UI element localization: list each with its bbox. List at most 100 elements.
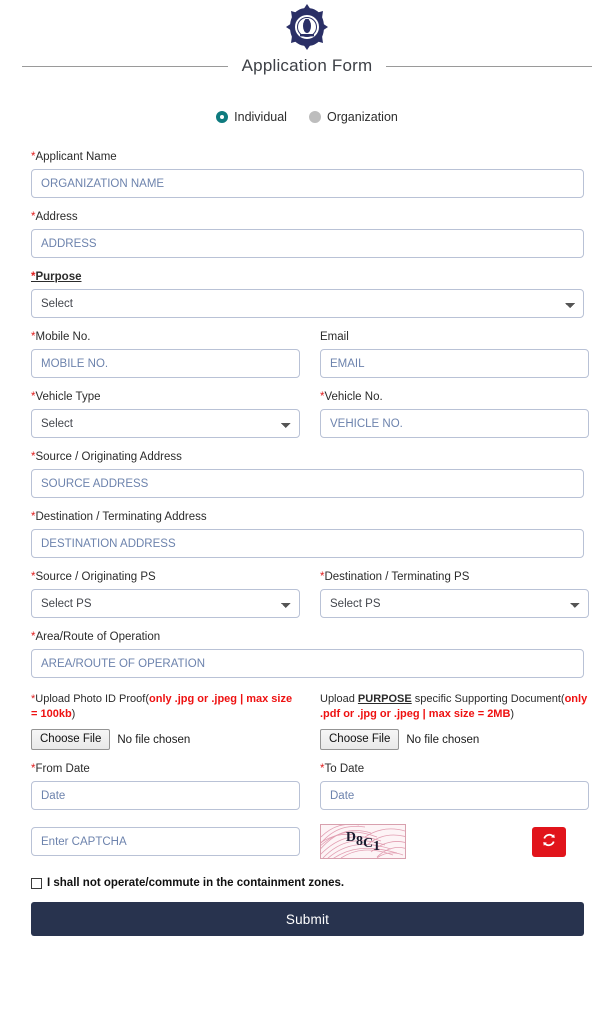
label-email-text: Email xyxy=(320,331,349,343)
row-police-stations: *Source / Originating PS Select PS *Dest… xyxy=(31,570,589,618)
consent-checkbox[interactable] xyxy=(31,877,42,889)
radio-option-organization[interactable]: Organization xyxy=(308,110,398,124)
applicant-type-group: Individual Organization xyxy=(0,110,614,124)
label-vehicle-no-text: Vehicle No. xyxy=(324,391,383,403)
captcha-char-3: C xyxy=(363,835,374,851)
label-mobile: *Mobile No. xyxy=(31,330,300,344)
row-dates: *From Date *To Date xyxy=(31,762,589,810)
field-destination-ps: *Destination / Terminating PS Select PS xyxy=(320,570,589,618)
photo-id-file-status: No file chosen xyxy=(117,733,191,746)
upload-doc-emphasis: PURPOSE xyxy=(357,693,412,705)
logo-container xyxy=(0,0,614,50)
label-destination-address-text: Destination / Terminating Address xyxy=(35,511,207,523)
field-vehicle-no: *Vehicle No. xyxy=(320,390,589,438)
label-destination-ps-text: Destination / Terminating PS xyxy=(324,571,470,583)
field-vehicle-type: *Vehicle Type Select xyxy=(31,390,300,438)
radio-organization-indicator[interactable] xyxy=(308,111,321,123)
application-form-page: Application Form Individual Organization… xyxy=(0,0,614,1024)
refresh-icon xyxy=(542,833,556,850)
applicant-name-input[interactable] xyxy=(31,169,584,198)
page-title: Application Form xyxy=(241,56,373,75)
title-rule-left xyxy=(22,65,228,67)
supporting-doc-file-status: No file chosen xyxy=(406,733,480,746)
source-address-input[interactable] xyxy=(31,469,584,498)
captcha-char-4: 1 xyxy=(373,838,381,854)
label-from-date: *From Date xyxy=(31,762,300,776)
radio-individual-indicator[interactable] xyxy=(216,111,229,123)
label-to-date-text: To Date xyxy=(324,763,365,775)
field-source-address: *Source / Originating Address xyxy=(31,450,584,498)
row-vehicle: *Vehicle Type Select *Vehicle No. xyxy=(31,390,589,438)
email-input[interactable] xyxy=(320,349,589,378)
captcha-input-wrap xyxy=(31,827,300,856)
photo-id-file-input[interactable]: Choose File No file chosen xyxy=(31,729,300,750)
upload-doc-tail: ) xyxy=(510,708,515,720)
label-vehicle-type-text: Vehicle Type xyxy=(35,391,101,403)
label-area-route: *Area/Route of Operation xyxy=(31,630,584,644)
vehicle-type-select[interactable]: Select xyxy=(31,409,300,438)
label-vehicle-type: *Vehicle Type xyxy=(31,390,300,404)
police-emblem-icon xyxy=(286,4,328,54)
label-source-ps-text: Source / Originating PS xyxy=(35,571,156,583)
label-source-address-text: Source / Originating Address xyxy=(35,451,182,463)
upload-doc-mid: specific Supporting Document( xyxy=(411,693,565,705)
row-mobile-email: *Mobile No. Email xyxy=(31,330,589,378)
field-address: *Address xyxy=(31,210,584,258)
to-date-input[interactable] xyxy=(320,781,589,810)
field-upload-photo-id: *Upload Photo ID Proof(only .jpg or .jpe… xyxy=(31,692,300,750)
address-input[interactable] xyxy=(31,229,584,258)
label-purpose: *Purpose xyxy=(31,270,584,284)
label-source-ps: *Source / Originating PS xyxy=(31,570,300,584)
field-to-date: *To Date xyxy=(320,762,589,810)
label-mobile-text: Mobile No. xyxy=(35,331,91,343)
consent-label: I shall not operate/commute in the conta… xyxy=(47,877,345,889)
area-route-input[interactable] xyxy=(31,649,584,678)
field-area-route: *Area/Route of Operation xyxy=(31,630,584,678)
row-captcha: D8C1 xyxy=(31,824,584,859)
purpose-select[interactable]: Select xyxy=(31,289,584,318)
captcha-input[interactable] xyxy=(31,827,300,856)
title-rule-right xyxy=(386,65,592,67)
label-applicant-name: *Applicant Name xyxy=(31,150,584,164)
from-date-input[interactable] xyxy=(31,781,300,810)
form-title-row: Application Form xyxy=(22,56,592,76)
label-area-route-text: Area/Route of Operation xyxy=(35,631,161,643)
row-uploads: *Upload Photo ID Proof(only .jpg or .jpe… xyxy=(31,692,587,750)
label-upload-supporting-doc: Upload PURPOSE specific Supporting Docum… xyxy=(320,692,589,722)
photo-id-choose-file-button[interactable]: Choose File xyxy=(31,729,111,750)
form-body: *Applicant Name *Address *Purpose Select xyxy=(0,150,614,936)
field-from-date: *From Date xyxy=(31,762,300,810)
label-applicant-name-text: Applicant Name xyxy=(35,151,117,163)
field-applicant-name: *Applicant Name xyxy=(31,150,584,198)
label-destination-address: *Destination / Terminating Address xyxy=(31,510,584,524)
consent-row[interactable]: I shall not operate/commute in the conta… xyxy=(31,877,584,889)
field-source-ps: *Source / Originating PS Select PS xyxy=(31,570,300,618)
radio-individual-label: Individual xyxy=(234,110,287,124)
captcha-refresh-button[interactable] xyxy=(532,826,566,857)
label-vehicle-no: *Vehicle No. xyxy=(320,390,589,404)
field-destination-address: *Destination / Terminating Address xyxy=(31,510,584,558)
label-address-text: Address xyxy=(35,211,78,223)
submit-button[interactable]: Submit xyxy=(31,902,584,936)
field-email: Email xyxy=(320,330,589,378)
radio-organization-label: Organization xyxy=(326,110,398,124)
field-upload-supporting-doc: Upload PURPOSE specific Supporting Docum… xyxy=(320,692,589,750)
captcha-image: D8C1 xyxy=(320,824,406,859)
field-purpose: *Purpose Select xyxy=(31,270,584,318)
destination-ps-select[interactable]: Select PS xyxy=(320,589,589,618)
upload-photo-id-lead: Upload Photo ID Proof( xyxy=(35,693,150,705)
field-mobile: *Mobile No. xyxy=(31,330,300,378)
upload-doc-lead: Upload xyxy=(320,693,358,705)
mobile-input[interactable] xyxy=(31,349,300,378)
captcha-char-2: 8 xyxy=(356,833,363,849)
label-to-date: *To Date xyxy=(320,762,589,776)
captcha-text: D8C1 xyxy=(321,825,405,858)
source-ps-select[interactable]: Select PS xyxy=(31,589,300,618)
label-from-date-text: From Date xyxy=(35,763,90,775)
destination-address-input[interactable] xyxy=(31,529,584,558)
radio-option-individual[interactable]: Individual xyxy=(216,110,287,124)
supporting-doc-choose-file-button[interactable]: Choose File xyxy=(320,729,400,750)
captcha-char-1: D xyxy=(345,829,356,845)
vehicle-no-input[interactable] xyxy=(320,409,589,438)
supporting-doc-file-input[interactable]: Choose File No file chosen xyxy=(320,729,589,750)
